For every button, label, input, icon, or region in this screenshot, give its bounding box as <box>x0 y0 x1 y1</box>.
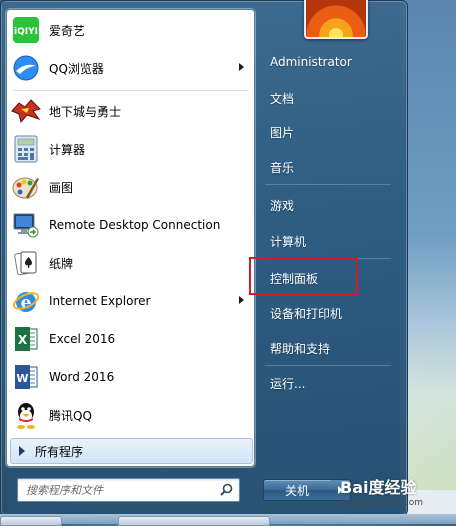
program-item-paint[interactable]: 画图 <box>7 169 254 205</box>
svg-text:W: W <box>16 372 28 385</box>
qq-browser-icon <box>11 53 41 83</box>
start-menu: iQIYI 爱奇艺 QQ浏览器 地下城与勇士 计算器 画图 Remote Des… <box>0 0 408 516</box>
search-input[interactable] <box>24 482 220 498</box>
baidu-jingyan-watermark: Bai度经验 jingyan.baidu.com <box>340 474 452 514</box>
excel-icon: X <box>11 324 41 354</box>
taskbar-button[interactable] <box>0 516 62 526</box>
desktop-background <box>400 0 456 524</box>
menu-games[interactable]: 游戏 <box>261 192 393 218</box>
separator <box>265 184 391 185</box>
menu-music[interactable]: 音乐 <box>261 154 393 180</box>
program-item-excel[interactable]: X Excel 2016 <box>7 321 254 357</box>
qq-icon <box>11 400 41 430</box>
expand-arrow-icon <box>19 446 25 456</box>
word-icon: W <box>11 362 41 392</box>
program-item-qq-browser[interactable]: QQ浏览器 <box>7 50 254 86</box>
iqiyi-icon: iQIYI <box>11 15 41 45</box>
program-item-remote-desktop[interactable]: Remote Desktop Connection <box>7 207 254 243</box>
search-box[interactable] <box>17 478 240 502</box>
search-icon[interactable] <box>220 481 233 500</box>
program-item-qq[interactable]: 腾讯QQ <box>7 397 254 433</box>
dnf-game-icon <box>11 96 41 126</box>
separator <box>13 90 249 91</box>
watermark-url: jingyan.baidu.com <box>340 498 424 508</box>
program-label: Excel 2016 <box>49 332 116 346</box>
program-label: QQ浏览器 <box>49 61 104 76</box>
remote-desktop-icon <box>11 210 41 240</box>
program-label: 地下城与勇士 <box>49 104 122 119</box>
menu-computer[interactable]: 计算机 <box>261 228 393 254</box>
submenu-arrow-icon[interactable] <box>239 296 244 304</box>
program-label: 腾讯QQ <box>49 408 92 423</box>
menu-devices-printers[interactable]: 设备和打印机 <box>261 300 393 326</box>
solitaire-icon <box>11 248 41 278</box>
program-label: 计算器 <box>49 142 86 157</box>
control-panel-highlight-annotation <box>249 257 358 295</box>
programs-pane: iQIYI 爱奇艺 QQ浏览器 地下城与勇士 计算器 画图 Remote Des… <box>6 9 255 467</box>
program-label: 爱奇艺 <box>49 23 86 38</box>
svg-text:iQIYI: iQIYI <box>14 27 38 37</box>
program-label: Remote Desktop Connection <box>49 218 221 232</box>
menu-help-support[interactable]: 帮助和支持 <box>261 335 393 361</box>
taskbar <box>0 514 456 526</box>
user-picture-avatar[interactable] <box>304 0 368 39</box>
program-item-solitaire[interactable]: 纸牌 <box>7 245 254 281</box>
internet-explorer-icon: e <box>11 286 41 316</box>
paint-icon <box>11 172 41 202</box>
program-label: 纸牌 <box>49 256 74 271</box>
program-label: Internet Explorer <box>49 294 151 308</box>
program-item-internet-explorer[interactable]: e Internet Explorer <box>7 283 254 319</box>
menu-pictures[interactable]: 图片 <box>261 119 393 145</box>
program-item-word[interactable]: W Word 2016 <box>7 359 254 395</box>
program-item-dnf[interactable]: 地下城与勇士 <box>7 93 254 129</box>
all-programs-button[interactable]: 所有程序 <box>10 438 253 464</box>
program-item-calculator[interactable]: 计算器 <box>7 131 254 167</box>
watermark-logo: Bai度经验 <box>340 478 417 497</box>
program-item-iqiyi[interactable]: iQIYI 爱奇艺 <box>7 12 254 48</box>
menu-user-folder[interactable]: Administrator <box>261 49 393 75</box>
program-label: Word 2016 <box>49 370 115 384</box>
separator <box>265 365 391 366</box>
submenu-arrow-icon[interactable] <box>239 63 244 71</box>
menu-run[interactable]: 运行... <box>261 370 393 396</box>
taskbar-button[interactable] <box>118 516 270 526</box>
calculator-icon <box>11 134 41 164</box>
all-programs-label: 所有程序 <box>35 444 84 459</box>
menu-documents[interactable]: 文档 <box>261 85 393 111</box>
shutdown-button[interactable]: 关机 <box>263 479 331 501</box>
svg-text:X: X <box>18 333 28 347</box>
program-label: 画图 <box>49 180 74 195</box>
